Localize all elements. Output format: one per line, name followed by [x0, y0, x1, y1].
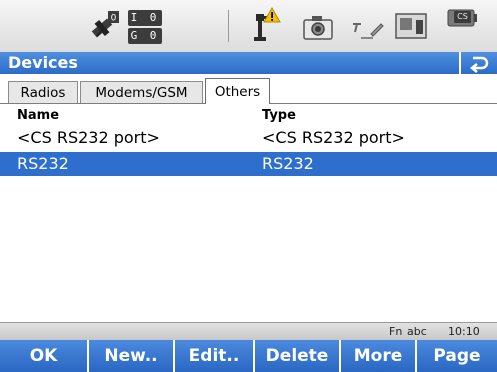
satellite-counts-icon[interactable]: I 0 G 0 [128, 8, 162, 44]
satellite-icon[interactable]: 0 [88, 8, 120, 44]
status-divider [228, 10, 229, 42]
camera-icon[interactable] [303, 14, 333, 40]
info-strip: Fn abc 10:10 [0, 322, 497, 340]
clock: 10:10 [448, 325, 480, 338]
svg-text:0: 0 [111, 14, 117, 24]
column-header-type[interactable]: Type [262, 108, 296, 124]
tab-bar: Radios Modems/GSM Others [0, 75, 497, 105]
ok-button[interactable]: OK [0, 340, 87, 372]
back-button[interactable] [459, 52, 497, 74]
title-bar: Devices [0, 52, 497, 74]
input-mode-indicator: abc [407, 325, 427, 338]
device-name: <CS RS232 port> [17, 128, 160, 147]
page-button[interactable]: Page [415, 340, 497, 372]
return-arrow-icon [469, 56, 489, 73]
device-type: RS232 [262, 154, 314, 173]
device-name: RS232 [17, 154, 69, 173]
softkey-bar: OK New.. Edit.. Delete More Page [0, 340, 497, 372]
more-button[interactable]: More [339, 340, 415, 372]
pole-warning-icon[interactable] [250, 6, 284, 46]
count-i: I 0 [128, 10, 162, 26]
device-type: <CS RS232 port> [262, 128, 405, 147]
count-g: G 0 [128, 28, 162, 44]
status-bar: 0 I 0 G 0 CS [0, 0, 497, 52]
column-header-name[interactable]: Name [17, 108, 59, 124]
new-button[interactable]: New.. [87, 340, 173, 372]
cursor-pen-icon[interactable] [351, 18, 385, 40]
memory-card-icon[interactable] [394, 12, 428, 40]
list-item-selected[interactable]: RS232 RS232 [0, 152, 497, 176]
edit-button[interactable]: Edit.. [173, 340, 253, 372]
tab-others[interactable]: Others [205, 78, 270, 104]
delete-button[interactable]: Delete [253, 340, 339, 372]
fn-indicator: Fn [389, 325, 403, 338]
tab-modems-gsm[interactable]: Modems/GSM [80, 81, 203, 103]
page-title: Devices [8, 53, 78, 72]
list-item[interactable]: <CS RS232 port> <CS RS232 port> [0, 126, 497, 150]
tab-radios[interactable]: Radios [8, 81, 78, 103]
battery-label: CS [454, 11, 471, 23]
